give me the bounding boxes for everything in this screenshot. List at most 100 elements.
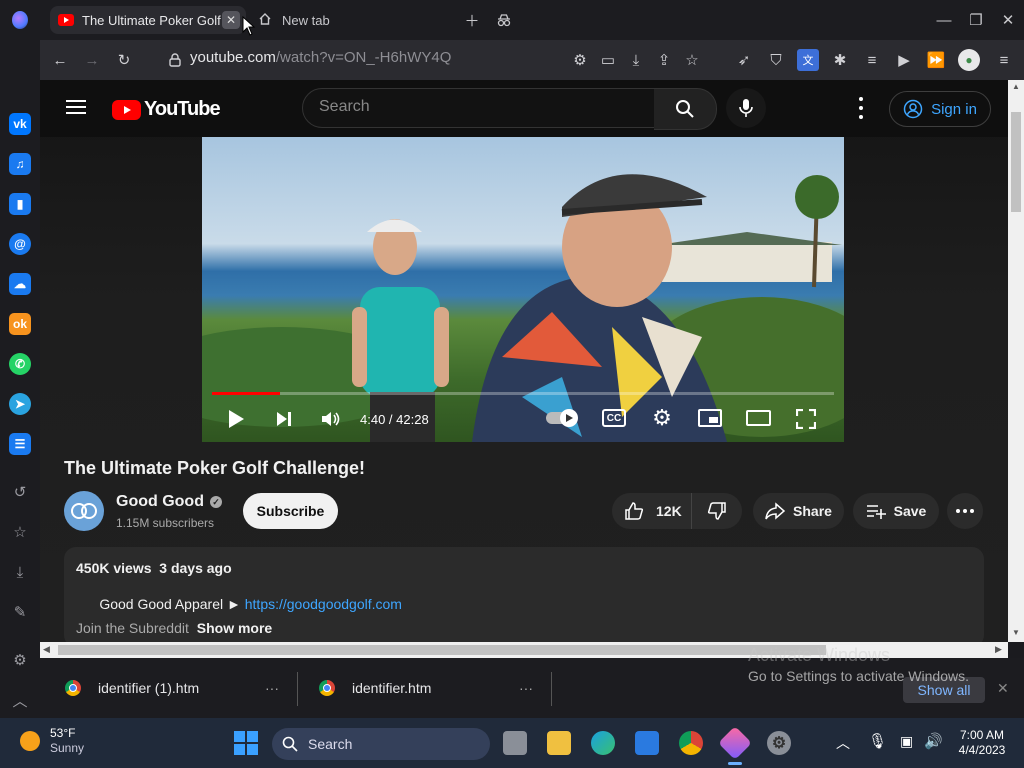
start-button[interactable]	[234, 731, 258, 755]
collapse-sidebar-icon[interactable]: ︿	[10, 690, 30, 710]
whatsapp-icon[interactable]: ✆	[9, 353, 31, 375]
next-video-icon[interactable]	[272, 407, 296, 431]
file-explorer-icon[interactable]	[547, 731, 571, 755]
music-icon[interactable]: ♫	[9, 153, 31, 175]
settings-gear-icon[interactable]: ⚙	[650, 405, 674, 430]
search-button[interactable]	[654, 88, 717, 130]
channel-avatar[interactable]	[64, 491, 104, 531]
like-button[interactable]: 12K	[612, 493, 692, 529]
tray-overflow-icon[interactable]: ︿	[836, 733, 850, 753]
voice-search-button[interactable]	[726, 88, 766, 128]
download-item[interactable]: identifier (1).htm ···	[65, 658, 295, 718]
bookmark-star-icon[interactable]: ☆	[681, 49, 703, 71]
restore-icon[interactable]: ❐	[964, 8, 988, 32]
download-page-icon[interactable]: ⤓	[625, 49, 647, 71]
profile-avatar-icon[interactable]: ●	[958, 49, 980, 71]
settings-gear-icon[interactable]: ⚙	[10, 650, 30, 670]
weather-widget[interactable]: 53°F Sunny	[20, 726, 84, 756]
dislike-button[interactable]	[692, 493, 742, 529]
clock[interactable]: 7:00 AM 4/4/2023	[950, 728, 1014, 758]
reload-icon[interactable]: ↻	[113, 49, 135, 71]
close-shelf-icon[interactable]: ✕	[997, 680, 1009, 697]
horizontal-scroll-thumb[interactable]	[58, 645, 826, 655]
video-progress-fill	[212, 392, 281, 395]
theater-mode-icon[interactable]	[746, 410, 771, 426]
shield-icon[interactable]: ⛉	[765, 49, 787, 71]
minimize-icon[interactable]: —	[932, 8, 956, 32]
translate-icon[interactable]: 文	[797, 49, 819, 71]
stats-icon[interactable]: ▮	[9, 193, 31, 215]
account-circle-icon	[903, 99, 923, 119]
playlist-icon[interactable]: ≡	[861, 49, 883, 71]
favorites-icon[interactable]: ☆	[10, 522, 30, 542]
tab-new-tab[interactable]: New tab	[252, 6, 432, 34]
volume-icon[interactable]	[319, 407, 343, 431]
telegram-icon[interactable]: ➤	[9, 393, 31, 415]
new-tab-icon[interactable]: ＋	[460, 8, 484, 32]
vk-icon[interactable]: vk	[9, 113, 31, 135]
odnoklassniki-icon[interactable]: ok	[9, 313, 31, 335]
show-more-button[interactable]: Show more	[197, 620, 272, 636]
sign-in-button[interactable]: Sign in	[889, 91, 991, 127]
more-actions-button[interactable]	[947, 493, 983, 529]
save-button[interactable]: Save	[853, 493, 939, 529]
chrome-icon[interactable]	[679, 731, 703, 755]
tab-youtube-video[interactable]: The Ultimate Poker Golf C ✕	[50, 6, 246, 34]
browser-menu-icon[interactable]	[12, 11, 28, 29]
browser-app-icon[interactable]	[718, 726, 752, 760]
downloads-icon[interactable]: ⤓	[10, 562, 30, 582]
weather-cloud-icon[interactable]: ☁	[9, 273, 31, 295]
fast-forward-icon[interactable]: ⏩	[925, 49, 947, 71]
download-menu-icon[interactable]: ···	[265, 680, 279, 696]
close-tab-icon[interactable]: ✕	[222, 11, 240, 29]
home-icon	[258, 12, 272, 29]
taskbar-search[interactable]: Search	[272, 728, 490, 760]
more-options-icon[interactable]	[856, 97, 866, 119]
close-window-icon[interactable]: ✕	[996, 8, 1020, 32]
youtube-logo[interactable]: YouTube	[112, 98, 221, 121]
download-menu-icon[interactable]: ···	[519, 680, 533, 696]
play-media-icon[interactable]: ▶	[893, 49, 915, 71]
microphone-tray-icon[interactable]: 🎙	[868, 732, 887, 750]
rocket-icon[interactable]: ➶	[733, 49, 755, 71]
autoplay-toggle[interactable]	[546, 409, 578, 427]
website-link[interactable]: https://goodgoodgolf.com	[245, 596, 402, 612]
channel-name[interactable]: Good Good ✓	[116, 493, 222, 511]
tools-icon[interactable]: ✎	[10, 602, 30, 622]
settings-app-icon[interactable]: ⚙	[767, 731, 791, 755]
site-settings-icon[interactable]: ⚙	[569, 49, 591, 71]
hamburger-menu-icon[interactable]	[66, 99, 86, 115]
task-view-icon[interactable]	[503, 731, 527, 755]
search-input[interactable]: Search	[302, 88, 656, 128]
address-bar[interactable]: youtube.com/watch?v=ON_-H6hWY4Q	[190, 49, 451, 66]
miniplayer-icon[interactable]	[698, 409, 722, 427]
browser-menu-button[interactable]: ≡	[993, 49, 1015, 71]
back-icon[interactable]: ←	[49, 49, 71, 71]
captions-icon[interactable]: CC	[602, 409, 626, 427]
forward-icon[interactable]: →	[81, 49, 103, 71]
video-player[interactable]: 4:40 / 42:28 CC ⚙	[202, 137, 844, 442]
subscribe-button[interactable]: Subscribe	[243, 493, 338, 529]
save-label: Save	[893, 503, 927, 519]
taskbar-search-label: Search	[308, 736, 353, 752]
fullscreen-icon[interactable]	[794, 407, 818, 431]
download-item[interactable]: identifier.htm ···	[319, 658, 549, 718]
share-button[interactable]: Share	[753, 493, 844, 529]
video-progress-track[interactable]	[212, 392, 834, 395]
more-horizontal-icon	[956, 509, 974, 513]
incognito-icon[interactable]	[492, 8, 516, 32]
speaker-icon[interactable]: 🔊	[924, 732, 943, 750]
edge-icon[interactable]	[591, 731, 615, 755]
screenshot-icon[interactable]: ▭	[597, 49, 619, 71]
list-app-icon[interactable]: ☰	[9, 433, 31, 455]
description-box[interactable]: 450K views 3 days ago Good Good Apparel …	[64, 547, 984, 642]
share-page-icon[interactable]: ⇪	[653, 49, 675, 71]
vertical-scroll-thumb[interactable]	[1011, 112, 1021, 212]
network-icon[interactable]: ▣	[900, 733, 913, 750]
mail-icon[interactable]: @	[9, 233, 31, 255]
play-icon[interactable]	[224, 407, 248, 431]
vertical-scrollbar[interactable]: ▲ ▼	[1008, 80, 1024, 642]
history-icon[interactable]: ↺	[10, 482, 30, 502]
extensions-icon[interactable]: ✱	[829, 49, 851, 71]
store-icon[interactable]	[635, 731, 659, 755]
